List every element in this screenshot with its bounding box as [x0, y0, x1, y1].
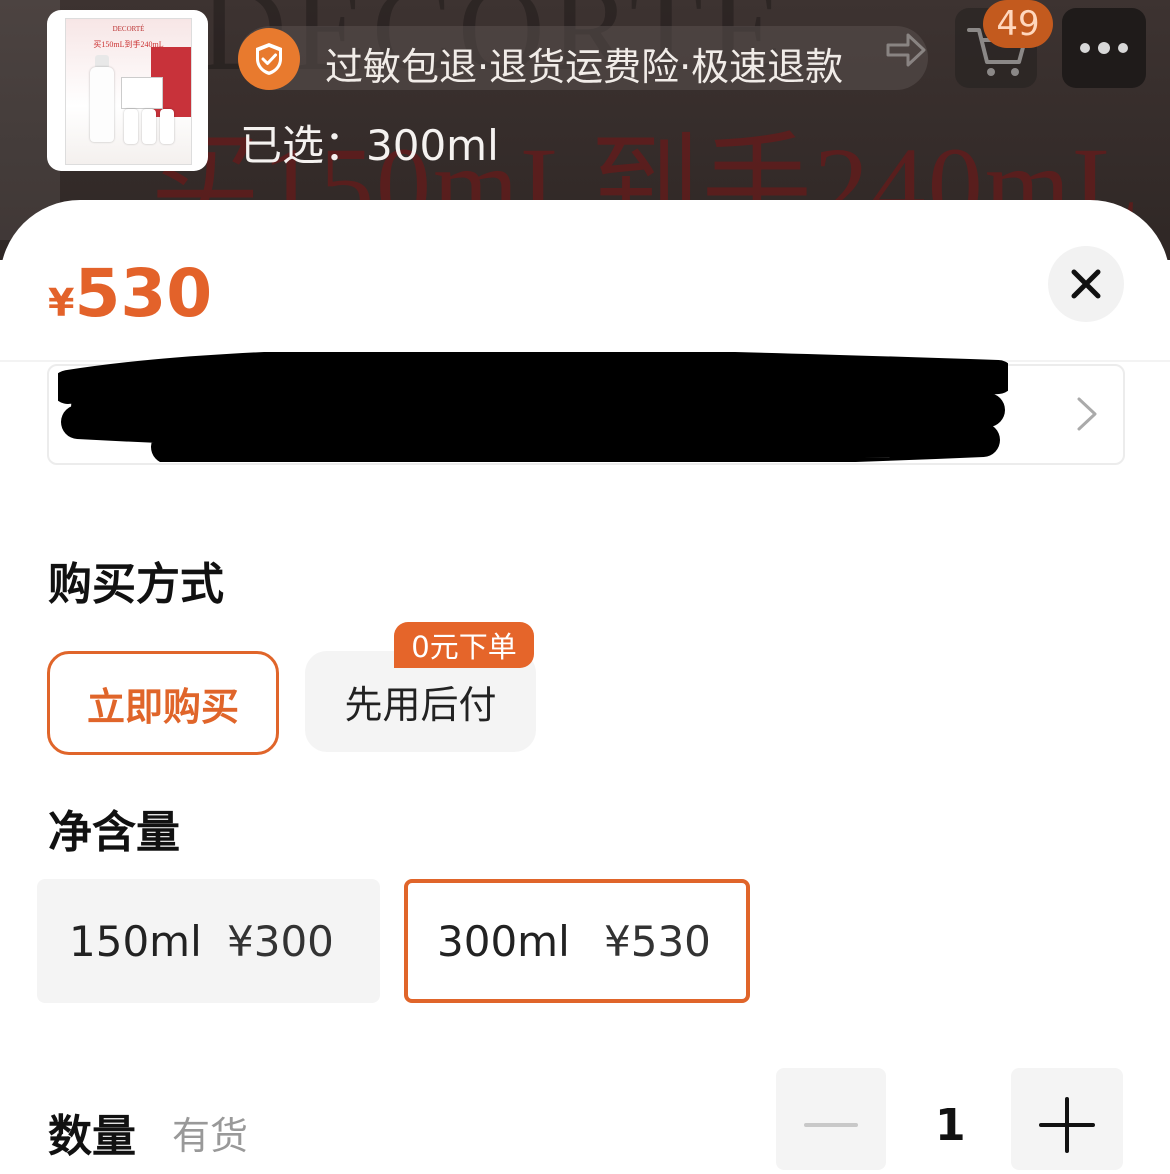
mini-bottle-icon	[142, 109, 156, 144]
chevron-right-icon	[1077, 397, 1097, 431]
minus-icon	[804, 1123, 858, 1127]
purchase-method-title: 购买方式	[48, 559, 224, 610]
increase-quantity-button[interactable]	[1011, 1068, 1123, 1170]
more-dot-icon	[1098, 42, 1110, 54]
mini-bottle-icon	[124, 109, 138, 144]
buy-now-option[interactable]: 立即购买	[47, 651, 279, 755]
share-arrow-icon[interactable]	[880, 25, 930, 75]
close-button[interactable]	[1048, 246, 1124, 322]
size-price: ¥530	[604, 916, 711, 966]
close-icon	[1071, 269, 1101, 299]
buy-now-label: 立即购买	[86, 684, 239, 729]
bottle-icon	[90, 67, 114, 142]
mini-bottle-icon	[160, 109, 174, 144]
plus-icon	[1039, 1097, 1095, 1153]
decrease-quantity-button[interactable]	[776, 1068, 886, 1170]
pay-later-label: 先用后付	[344, 683, 497, 727]
more-options-button[interactable]	[1062, 8, 1146, 88]
price-currency: ¥	[48, 281, 75, 325]
shield-check-icon	[238, 28, 300, 90]
more-dot-icon	[1080, 43, 1090, 53]
net-content-title: 净含量	[48, 807, 180, 858]
product-thumbnail[interactable]: DECORTÉ 买150mL到手240mL	[47, 10, 208, 171]
thumbnail-brand: DECORTÉ	[112, 25, 145, 33]
quantity-value[interactable]: 1	[935, 1100, 966, 1151]
size-volume: 150ml	[69, 916, 202, 966]
price-value: 530	[74, 255, 213, 332]
cart-count-badge: 49	[983, 0, 1053, 48]
quantity-title: 数量	[48, 1111, 136, 1162]
size-volume: 300ml	[437, 916, 570, 966]
redaction-scribble	[58, 352, 1008, 462]
stock-status: 有货	[172, 1114, 249, 1158]
guarantee-text: 过敏包退·退货运费险·极速退款	[325, 45, 844, 89]
size-price: ¥300	[227, 916, 334, 966]
zero-down-tag: 0元下单	[394, 622, 534, 668]
size-option-150ml[interactable]: 150ml ¥300	[37, 879, 380, 1003]
product-box-icon	[121, 77, 163, 109]
more-dot-icon	[1118, 43, 1128, 53]
selected-variant-text: 已选：300ml	[240, 121, 499, 170]
price-label: ¥530	[48, 255, 212, 332]
size-option-300ml[interactable]: 300ml ¥530	[404, 879, 750, 1003]
thumbnail-poster: DECORTÉ 买150mL到手240mL	[65, 18, 192, 165]
